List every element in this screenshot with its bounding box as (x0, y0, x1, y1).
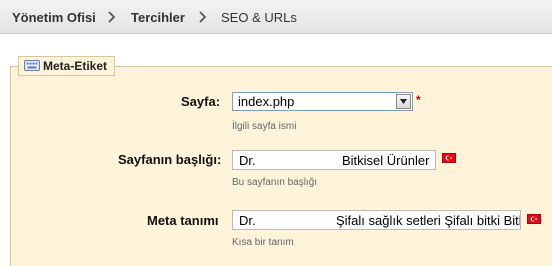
turkish-flag-icon[interactable] (442, 153, 456, 163)
breadcrumb-item-preferences[interactable]: Tercihler (131, 10, 185, 25)
breadcrumb-item-seo-urls: SEO & URLs (221, 10, 297, 25)
breadcrumb-item-admin[interactable]: Yönetim Ofisi (12, 10, 96, 25)
required-marker: * (416, 93, 421, 107)
meta-description-prefix: Dr. (239, 213, 256, 228)
fieldset-legend: Meta-Etiket (18, 56, 116, 76)
page-select[interactable]: index.php (232, 92, 413, 111)
page-title-hint: Bu sayfanın başlığı (232, 177, 318, 188)
chevron-down-icon (400, 99, 407, 104)
page-title-value: Bitkisel Ürünler (342, 153, 430, 168)
chevron-right-icon (108, 11, 115, 23)
meta-description-hint: Kısa bir tanım (232, 237, 294, 248)
meta-description-value: Şifalı sağlık setleri Şifalı bitki Bitki (336, 213, 521, 228)
page-hint: İlgili sayfa ismi (232, 121, 297, 132)
fieldset-legend-label: Meta-Etiket (43, 59, 108, 73)
page-title-prefix: Dr. (239, 153, 256, 168)
keyboard-icon (24, 60, 40, 72)
page-title-input[interactable]: Dr. Bitkisel Ürünler (232, 150, 436, 170)
meta-description-input[interactable]: Dr. Şifalı sağlık setleri Şifalı bitki B… (232, 210, 521, 230)
page-title-label: Sayfanın başlığı: (118, 152, 222, 167)
dropdown-arrow-button[interactable] (396, 94, 411, 109)
chevron-right-icon (199, 11, 206, 23)
breadcrumb: Yönetim Ofisi Tercihler SEO & URLs (0, 0, 552, 34)
turkish-flag-icon[interactable] (527, 214, 541, 224)
page-label: Sayfa: (181, 94, 221, 109)
page-select-value: index.php (238, 94, 295, 109)
meta-description-label: Meta tanımı (147, 213, 219, 228)
